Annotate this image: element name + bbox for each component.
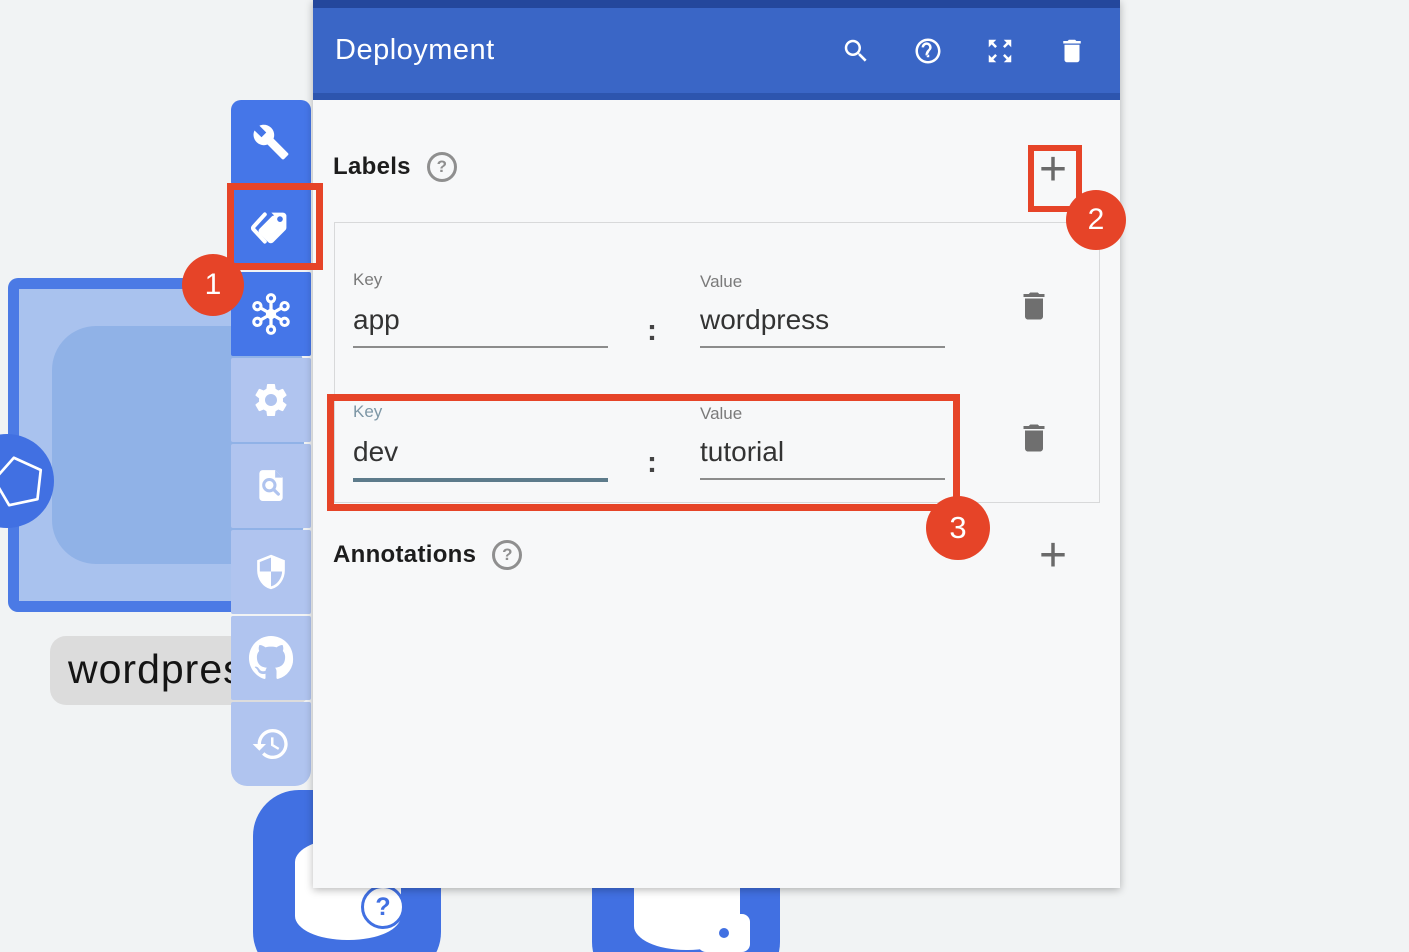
sidebar-item-security[interactable] bbox=[231, 530, 311, 614]
help-icon[interactable] bbox=[913, 36, 943, 66]
labels-help-icon[interactable]: ? bbox=[427, 152, 457, 182]
delete-icon[interactable] bbox=[1057, 36, 1087, 66]
add-annotation-button[interactable]: + bbox=[1031, 534, 1075, 582]
key-input[interactable]: dev bbox=[353, 436, 608, 482]
deployment-node[interactable] bbox=[8, 278, 264, 612]
sidebar-item-network[interactable] bbox=[231, 272, 311, 356]
value-input[interactable]: tutorial bbox=[700, 436, 945, 480]
sidebar-item-github[interactable] bbox=[231, 616, 311, 700]
add-label-button[interactable]: + bbox=[1031, 148, 1075, 196]
annotations-help-icon[interactable]: ? bbox=[492, 540, 522, 570]
colon-separator: : bbox=[647, 446, 657, 480]
tag-icon bbox=[249, 206, 293, 250]
app-stage: wordpress ? bbox=[0, 0, 1409, 952]
value-input[interactable]: wordpress bbox=[700, 304, 945, 348]
sidebar-item-history[interactable] bbox=[231, 702, 311, 786]
delete-row-icon[interactable] bbox=[1016, 420, 1052, 456]
sidebar-item-settings[interactable] bbox=[231, 358, 311, 442]
sidebar-item-preview[interactable] bbox=[231, 444, 311, 528]
labels-title: Labels bbox=[333, 153, 411, 181]
key-label: Key bbox=[353, 270, 382, 290]
key-input[interactable]: app bbox=[353, 304, 608, 348]
github-icon bbox=[248, 635, 294, 681]
fullscreen-icon[interactable] bbox=[985, 36, 1015, 66]
shield-icon bbox=[251, 552, 291, 592]
hub-icon bbox=[248, 291, 294, 337]
colon-separator: : bbox=[647, 314, 657, 348]
wrench-icon bbox=[252, 123, 290, 161]
history-icon bbox=[251, 724, 291, 764]
panel-header-actions bbox=[841, 36, 1120, 66]
panel-title: Deployment bbox=[313, 34, 841, 67]
sidebar-item-build[interactable] bbox=[231, 100, 311, 184]
deployment-panel: Deployment Labels ? + bbox=[313, 0, 1120, 888]
key-label: Key bbox=[353, 402, 382, 422]
annotations-title: Annotations bbox=[333, 541, 476, 569]
delete-row-icon[interactable] bbox=[1016, 288, 1052, 324]
panel-header: Deployment bbox=[313, 0, 1120, 100]
value-label: Value bbox=[700, 272, 742, 292]
annotations-heading: Annotations ? bbox=[333, 540, 522, 570]
question-badge-icon: ? bbox=[361, 885, 405, 929]
gear-icon bbox=[251, 380, 291, 420]
node-toolbar bbox=[231, 100, 311, 788]
doc-search-icon bbox=[251, 466, 291, 506]
value-label: Value bbox=[700, 404, 742, 424]
sidebar-item-labels[interactable] bbox=[231, 186, 311, 270]
lock-icon bbox=[698, 890, 750, 952]
search-icon[interactable] bbox=[841, 36, 871, 66]
labels-heading: Labels ? bbox=[333, 152, 457, 182]
